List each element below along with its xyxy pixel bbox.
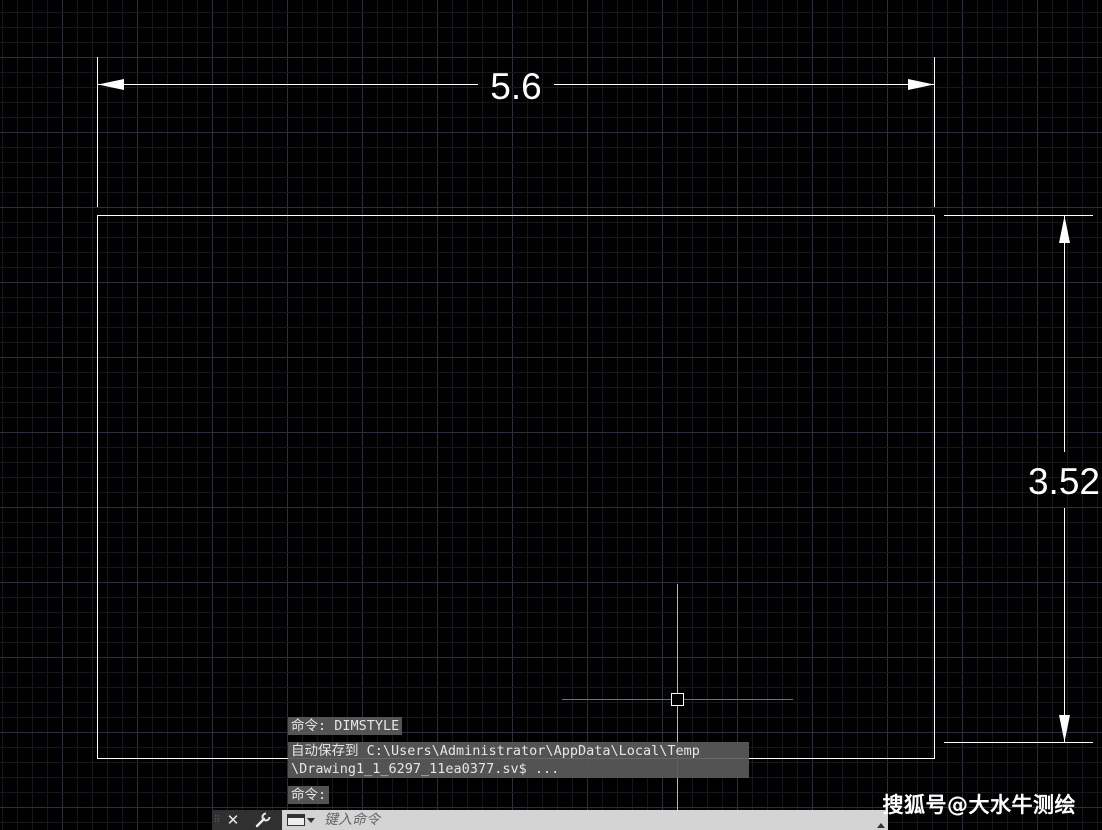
horizontal-dimension-text: 5.6 bbox=[490, 66, 541, 107]
history-text: 命令: DIMSTYLE bbox=[288, 717, 403, 735]
command-history-line: 命令: DIMSTYLE bbox=[288, 717, 403, 735]
command-input[interactable] bbox=[320, 811, 874, 829]
command-history-line: 命令: bbox=[288, 786, 330, 804]
arrowhead-down-icon bbox=[1059, 715, 1070, 742]
command-prompt-icon bbox=[287, 814, 305, 826]
pickbox-icon bbox=[671, 693, 684, 706]
close-button[interactable]: ✕ bbox=[222, 810, 244, 830]
close-icon: ✕ bbox=[226, 811, 240, 829]
customize-button[interactable] bbox=[244, 810, 282, 830]
wrench-icon bbox=[255, 812, 271, 828]
grip-icon[interactable]: ⠿ bbox=[212, 810, 222, 830]
arrowhead-left-icon bbox=[98, 79, 124, 90]
chevron-up-icon bbox=[877, 823, 885, 828]
history-text: \Drawing1_1_6297_11ea0377.sv$ ... bbox=[288, 760, 749, 778]
command-history-line: 自动保存到 C:\Users\Administrator\AppData\Loc… bbox=[288, 742, 749, 778]
recent-commands-button[interactable] bbox=[282, 810, 320, 830]
rectangle[interactable] bbox=[97, 215, 935, 759]
drawing-canvas[interactable]: 5.6 3.52 bbox=[0, 0, 1102, 830]
watermark: 搜狐号@大水牛测绘 bbox=[882, 793, 1076, 817]
history-text: 自动保存到 C:\Users\Administrator\AppData\Loc… bbox=[288, 742, 749, 760]
history-text: 命令: bbox=[288, 786, 330, 804]
vertical-dimension-text: 3.52 bbox=[1028, 461, 1100, 502]
arrowhead-up-icon bbox=[1059, 216, 1070, 243]
command-line-bar: ⠿ ✕ bbox=[212, 810, 888, 830]
arrowhead-right-icon bbox=[908, 79, 934, 90]
grid bbox=[0, 0, 1102, 830]
crosshair-cursor bbox=[562, 584, 793, 814]
chevron-down-icon bbox=[307, 817, 315, 823]
